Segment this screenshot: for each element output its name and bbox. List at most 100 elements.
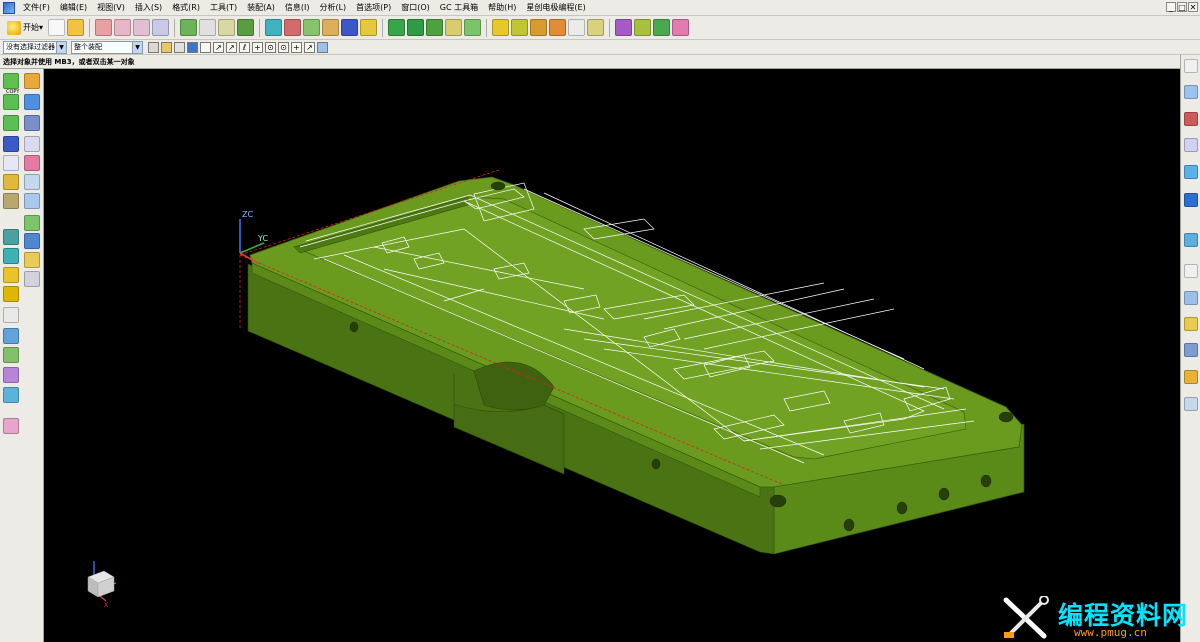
part-navigator-icon[interactable] xyxy=(1184,138,1198,152)
select-grid-icon[interactable] xyxy=(200,41,211,53)
system-materials-icon[interactable] xyxy=(1184,370,1198,384)
scope-select[interactable]: 整个装配 ▼ xyxy=(71,40,143,54)
reposition-icon[interactable] xyxy=(653,19,671,36)
snap-existing-icon[interactable]: + xyxy=(291,41,302,53)
surface-icon[interactable] xyxy=(322,19,340,36)
parts-icon[interactable] xyxy=(24,115,40,131)
block-icon[interactable] xyxy=(464,19,482,36)
snap-tangent-icon[interactable]: ↗ xyxy=(304,41,315,53)
menu-tools[interactable]: 工具(T) xyxy=(205,0,242,16)
package-icon[interactable] xyxy=(3,418,19,434)
shape-icon[interactable] xyxy=(445,19,463,36)
gear-icon[interactable] xyxy=(3,307,19,323)
sketch-icon[interactable] xyxy=(95,19,113,36)
view-orient-icon[interactable] xyxy=(284,19,302,36)
mold-model[interactable]: ZC YC X xyxy=(44,69,1180,642)
cube-icon[interactable] xyxy=(360,19,378,36)
minimize-button[interactable]: _ xyxy=(1166,2,1176,12)
palette-icon[interactable] xyxy=(1184,397,1198,411)
folder-left-icon[interactable] xyxy=(3,267,19,283)
close-button[interactable]: ✕ xyxy=(1188,2,1198,12)
table-icon[interactable] xyxy=(587,19,605,36)
stack-green-icon[interactable] xyxy=(3,347,19,363)
menu-assembly[interactable]: 装配(A) xyxy=(242,0,280,16)
mold-icon[interactable] xyxy=(3,229,19,245)
roles-icon[interactable] xyxy=(1184,343,1198,357)
snap-midpoint-icon[interactable]: ↗ xyxy=(226,41,237,53)
stack-icon[interactable] xyxy=(3,193,19,209)
tag-icon[interactable] xyxy=(3,174,19,190)
sweep-icon[interactable] xyxy=(199,19,217,36)
trim-icon[interactable] xyxy=(218,19,236,36)
menu-preferences[interactable]: 首选项(P) xyxy=(351,0,396,16)
curve-icon[interactable] xyxy=(114,19,132,36)
datum-icon[interactable] xyxy=(133,19,151,36)
snap-endpoint-icon[interactable]: ↗ xyxy=(213,41,224,53)
menu-analysis[interactable]: 分析(L) xyxy=(314,0,351,16)
process-studio-icon[interactable] xyxy=(1184,291,1198,305)
note-icon[interactable] xyxy=(3,155,19,171)
view-shaded-icon[interactable] xyxy=(265,19,283,36)
menu-insert[interactable]: 插入(S) xyxy=(130,0,167,16)
text-icon[interactable] xyxy=(3,136,19,152)
app-icon[interactable] xyxy=(3,1,15,14)
scroll-up-icon[interactable] xyxy=(1184,59,1198,73)
snap-settings-icon[interactable] xyxy=(317,41,328,53)
extrude-icon[interactable] xyxy=(180,19,198,36)
constraint-navigator-icon[interactable] xyxy=(1184,112,1198,126)
drafting-icon[interactable] xyxy=(24,193,40,209)
menu-help[interactable]: 帮助(H) xyxy=(483,0,521,16)
assembly-navigator-icon[interactable] xyxy=(1184,85,1198,99)
reuse-library-icon[interactable] xyxy=(1184,165,1198,179)
pillar-icon[interactable] xyxy=(388,19,406,36)
clock-icon[interactable] xyxy=(1184,264,1198,278)
assembly-icon[interactable] xyxy=(237,19,255,36)
web-browser-icon[interactable] xyxy=(1184,193,1198,207)
snap-control-icon[interactable]: + xyxy=(252,41,263,53)
cube-left-icon[interactable] xyxy=(24,233,40,249)
menu-format[interactable]: 格式(R) xyxy=(167,0,205,16)
manufacturing-wizard-icon[interactable] xyxy=(1184,317,1198,331)
measure-icon[interactable] xyxy=(303,19,321,36)
left-arrow-icon[interactable] xyxy=(3,94,19,110)
menu-info[interactable]: 信息(I) xyxy=(280,0,315,16)
tee-icon[interactable] xyxy=(426,19,444,36)
box-icon[interactable] xyxy=(341,19,359,36)
menu-edit[interactable]: 编辑(E) xyxy=(55,0,92,16)
camera-icon[interactable] xyxy=(672,19,690,36)
blank-icon[interactable] xyxy=(530,19,548,36)
open-folder-icon[interactable] xyxy=(67,19,85,36)
line-icon[interactable] xyxy=(152,19,170,36)
maximize-button[interactable]: □ xyxy=(1177,2,1187,12)
book-icon[interactable] xyxy=(24,94,40,110)
erase-icon[interactable] xyxy=(24,155,40,171)
yellow-box-icon[interactable] xyxy=(3,286,19,302)
electrode-icon[interactable] xyxy=(511,19,529,36)
menu-electrode-programming[interactable]: 星创电极编程(E) xyxy=(521,0,590,16)
snap-center-icon[interactable]: ⊙ xyxy=(265,41,276,53)
box-left-icon[interactable] xyxy=(24,271,40,287)
electrode-left-icon[interactable] xyxy=(3,248,19,264)
pencil-icon[interactable] xyxy=(3,367,19,383)
snap-quadrant-icon[interactable]: ⊙ xyxy=(278,41,289,53)
export-icon[interactable] xyxy=(492,19,510,36)
copy-icon[interactable]: COPY xyxy=(3,73,19,95)
interference-icon[interactable] xyxy=(615,19,633,36)
menu-gc-toolkit[interactable]: GC 工具箱 xyxy=(435,0,483,16)
snap-icon[interactable] xyxy=(161,41,172,53)
right-arrow-icon[interactable] xyxy=(3,115,19,131)
start-button[interactable]: 开始 ▾ xyxy=(3,18,47,38)
layer-icon[interactable] xyxy=(549,19,567,36)
select-rect-icon[interactable] xyxy=(174,41,185,53)
select-face-icon[interactable] xyxy=(187,41,198,53)
list-icon[interactable] xyxy=(568,19,586,36)
mesh-icon[interactable] xyxy=(3,328,19,344)
check-icon[interactable] xyxy=(634,19,652,36)
window-icon[interactable] xyxy=(24,174,40,190)
menu-file[interactable]: 文件(F) xyxy=(18,0,55,16)
snap-curve-icon[interactable]: ℓ xyxy=(239,41,250,53)
paint-icon[interactable] xyxy=(24,73,40,89)
graphics-window[interactable]: ZC YC X xyxy=(44,69,1180,642)
menu-view[interactable]: 视图(V) xyxy=(92,0,130,16)
history-icon[interactable] xyxy=(1184,233,1198,247)
